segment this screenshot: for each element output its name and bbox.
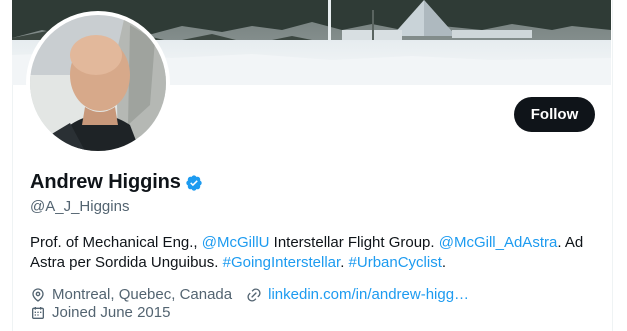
calendar-icon bbox=[30, 305, 46, 321]
avatar[interactable] bbox=[30, 15, 166, 151]
follow-button[interactable]: Follow bbox=[514, 97, 595, 132]
bio-text: . bbox=[340, 254, 349, 271]
joined-text: Joined June 2015 bbox=[52, 304, 171, 321]
bio-text: . bbox=[441, 254, 447, 271]
mention-link[interactable]: @McGill_AdAstra bbox=[439, 234, 558, 251]
verified-badge-icon[interactable] bbox=[185, 174, 203, 192]
profile-handle: @A_J_Higgins bbox=[30, 198, 130, 215]
profile-name-row: Andrew Higgins bbox=[30, 171, 203, 194]
hashtag-link[interactable]: #UrbanCyclist bbox=[349, 254, 442, 271]
location-item: Montreal, Quebec, Canada bbox=[30, 286, 232, 303]
link-icon bbox=[246, 287, 262, 303]
profile-name: Andrew Higgins bbox=[30, 171, 181, 193]
avatar-border bbox=[26, 11, 170, 155]
profile-bio: Prof. of Mechanical Eng., @McGillU Inter… bbox=[30, 233, 590, 273]
website-item: linkedin.com/in/andrew-higg… bbox=[246, 286, 469, 303]
profile-joined-row: Joined June 2015 bbox=[30, 304, 170, 321]
hashtag-link[interactable]: #GoingInterstellar bbox=[223, 254, 341, 271]
location-text: Montreal, Quebec, Canada bbox=[52, 286, 233, 303]
website-link[interactable]: linkedin.com/in/andrew-higg… bbox=[268, 286, 469, 303]
bio-text: Interstellar Flight Group. bbox=[269, 234, 439, 251]
location-pin-icon bbox=[30, 287, 46, 303]
mention-link[interactable]: @McGillU bbox=[202, 234, 270, 251]
profile-meta-row: Montreal, Quebec, Canada linkedin.com/in… bbox=[30, 286, 469, 303]
bio-text: Prof. of Mechanical Eng., bbox=[30, 234, 202, 251]
